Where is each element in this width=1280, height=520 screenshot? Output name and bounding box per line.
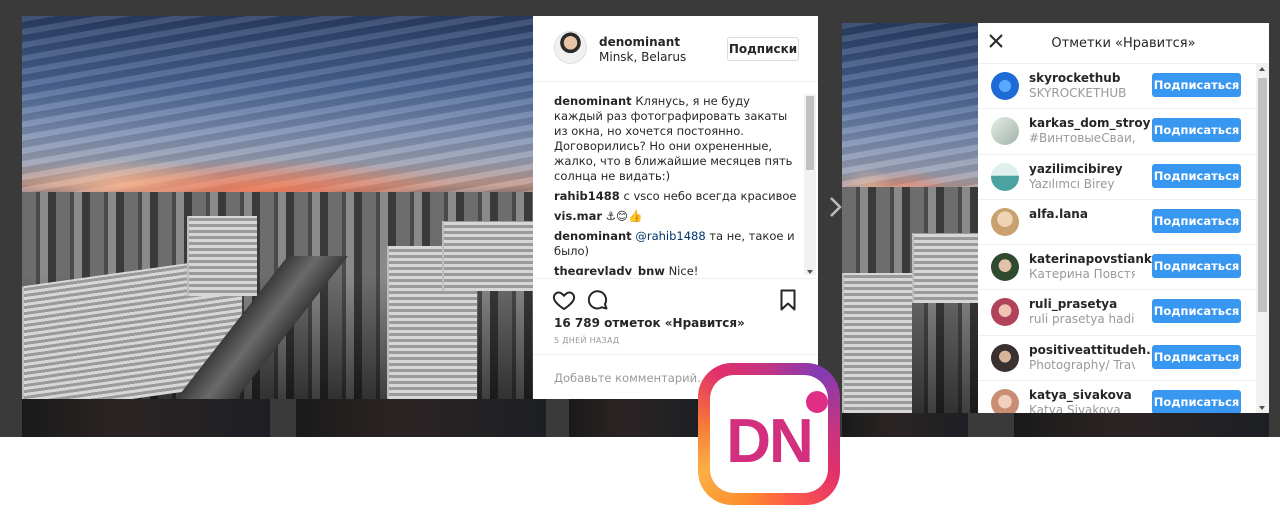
liker-username[interactable]: positiveattitudeh... — [1029, 343, 1160, 357]
follow-button[interactable]: Подписаться — [1152, 73, 1241, 97]
avatar[interactable] — [991, 207, 1019, 236]
comment-text: Nice! — [668, 264, 699, 275]
likers-list: skyrocket­hub SKYROCKETHUB Подписаться k… — [978, 64, 1256, 413]
post-username[interactable]: denominant — [599, 35, 680, 49]
liker-row: yazilimcibirey Yazılımcı Birey Подписать… — [978, 155, 1256, 200]
comment-text: с vsco небо всегда красивое — [623, 189, 797, 203]
liker-fullname: Katya Sivakova — [1029, 403, 1121, 413]
scroll-up-arrow[interactable] — [1259, 67, 1265, 71]
liker-fullname: #ВинтовыеСваи, ... — [1029, 131, 1135, 146]
avatar[interactable] — [991, 117, 1019, 146]
scrollbar-thumb[interactable] — [1258, 78, 1267, 312]
comment-user[interactable]: thegreylady_bnw — [554, 264, 665, 275]
scroll-down-arrow[interactable] — [807, 270, 813, 274]
likes-dialog-title: Отметки «Нравится» — [1051, 36, 1196, 51]
heart-icon[interactable] — [552, 288, 576, 312]
avatar[interactable] — [991, 162, 1019, 191]
liker-row: karkas_dom_stroy #ВинтовыеСваи, ... Подп… — [978, 109, 1256, 155]
comment: denominant Клянусь, я не буду каждый раз… — [554, 94, 800, 184]
liker-username[interactable]: yazilimcibirey — [1029, 162, 1123, 176]
comment: vis.mar ⚓😊👍 — [554, 209, 800, 224]
likes-dialog-header: Отметки «Нравится» — [978, 23, 1269, 64]
building — [842, 273, 912, 413]
scroll-down-arrow[interactable] — [1259, 406, 1265, 410]
liker-fullname: Yazılımcı Birey — [1029, 176, 1115, 191]
building — [912, 233, 978, 303]
comment: rahib1488 с vsco небо всегда красивое — [554, 189, 800, 204]
likes-dialog: Отметки «Нравится» skyrocket­hub SKYROCK… — [978, 23, 1269, 413]
comments-list: denominant Клянусь, я не буду каждый раз… — [554, 94, 800, 275]
likers-scrollbar[interactable] — [1256, 64, 1269, 413]
comment-text: ⚓😊👍 — [605, 209, 643, 223]
avatar[interactable] — [991, 389, 1019, 413]
follow-button[interactable]: Подписаться — [1152, 390, 1241, 413]
avatar[interactable] — [991, 72, 1019, 100]
building — [442, 221, 533, 291]
comment-user[interactable]: rahib1488 — [554, 189, 620, 203]
avatar[interactable] — [991, 343, 1019, 372]
comment-user[interactable]: vis.mar — [554, 209, 602, 223]
liker-username[interactable]: katya_sivakova — [1029, 388, 1132, 402]
liker-row: positiveattitudeh... Photography/ Travel… — [978, 336, 1256, 382]
liker-row: katerinapovstianko Катерина Повстя... По… — [978, 245, 1256, 291]
bookmark-icon[interactable] — [776, 288, 800, 312]
grid-thumbnail[interactable] — [569, 398, 699, 437]
avatar[interactable] — [991, 253, 1019, 282]
post-date: 5 ДНЕЙ НАЗАД — [554, 336, 620, 345]
liker-username[interactable]: alfa.lana — [1029, 207, 1088, 221]
liker-fullname: Photography/ Travel — [1029, 357, 1135, 372]
post-location[interactable]: Minsk, Belarus — [599, 50, 686, 64]
comment-input[interactable]: Добавьте комментарий... — [554, 371, 708, 385]
avatar[interactable] — [554, 31, 587, 64]
dn-logo: DN — [698, 363, 840, 505]
comments-scrollbar[interactable] — [804, 94, 816, 275]
follow-button[interactable]: Подписаться — [1152, 163, 1241, 188]
comment-user[interactable]: denominant — [554, 229, 632, 243]
building — [187, 216, 257, 296]
likes-count[interactable]: 16 789 отметок «Нравится» — [554, 316, 745, 330]
liker-fullname: Катерина Повстя... — [1029, 267, 1135, 282]
follow-button[interactable]: Подписаться — [1152, 344, 1241, 369]
following-button[interactable]: Подписки — [727, 37, 799, 61]
comment-icon[interactable] — [586, 288, 610, 312]
post-panel: denominant Minsk, Belarus Подписки denom… — [533, 16, 818, 399]
liker-row: alfa.lana Подписаться — [978, 200, 1256, 246]
liker-row: ruli_prasetya ruli prasetya hadi Подписа… — [978, 290, 1256, 336]
logo-text: DN — [726, 407, 814, 476]
post-photo-2[interactable] — [842, 23, 978, 413]
liker-row: katya_sivakova Katya Sivakova Подписатьс… — [978, 381, 1256, 413]
logo-inner: DN — [710, 375, 828, 493]
comment-user[interactable]: denominant — [554, 94, 632, 108]
post-actions — [533, 278, 818, 318]
liker-fullname: SKYROCKETHUB — [1029, 86, 1127, 100]
scrollbar-thumb[interactable] — [806, 96, 814, 170]
post-header: denominant Minsk, Belarus Подписки — [533, 16, 818, 82]
comment: denominant @rahib1488 та не, такое и был… — [554, 229, 800, 259]
liker-row: skyrocket­hub SKYROCKETHUB Подписаться — [978, 64, 1256, 110]
follow-button[interactable]: Подписаться — [1152, 299, 1241, 324]
comment: thegreylady_bnw Nice! — [554, 264, 800, 275]
follow-button[interactable]: Подписаться — [1152, 208, 1241, 233]
grid-thumbnail[interactable] — [22, 398, 270, 437]
logo-dot — [806, 391, 828, 413]
liker-fullname: ruli prasetya hadi — [1029, 312, 1135, 327]
follow-button[interactable]: Подписаться — [1152, 118, 1241, 143]
follow-button[interactable]: Подписаться — [1152, 254, 1241, 279]
liker-username[interactable]: skyrocket­hub — [1029, 71, 1120, 85]
next-post-chevron-icon[interactable] — [827, 195, 843, 219]
post-photo[interactable] — [22, 16, 533, 399]
grid-thumbnail[interactable] — [296, 398, 546, 437]
comment-mention[interactable]: @rahib1488 — [635, 229, 705, 243]
liker-username[interactable]: karkas_dom_stroy — [1029, 116, 1150, 130]
liker-username[interactable]: ruli_prasetya — [1029, 297, 1117, 311]
avatar[interactable] — [991, 298, 1019, 327]
screenshot-stage: denominant Minsk, Belarus Подписки denom… — [0, 0, 1280, 520]
liker-username[interactable]: katerinapovstianko — [1029, 252, 1160, 266]
